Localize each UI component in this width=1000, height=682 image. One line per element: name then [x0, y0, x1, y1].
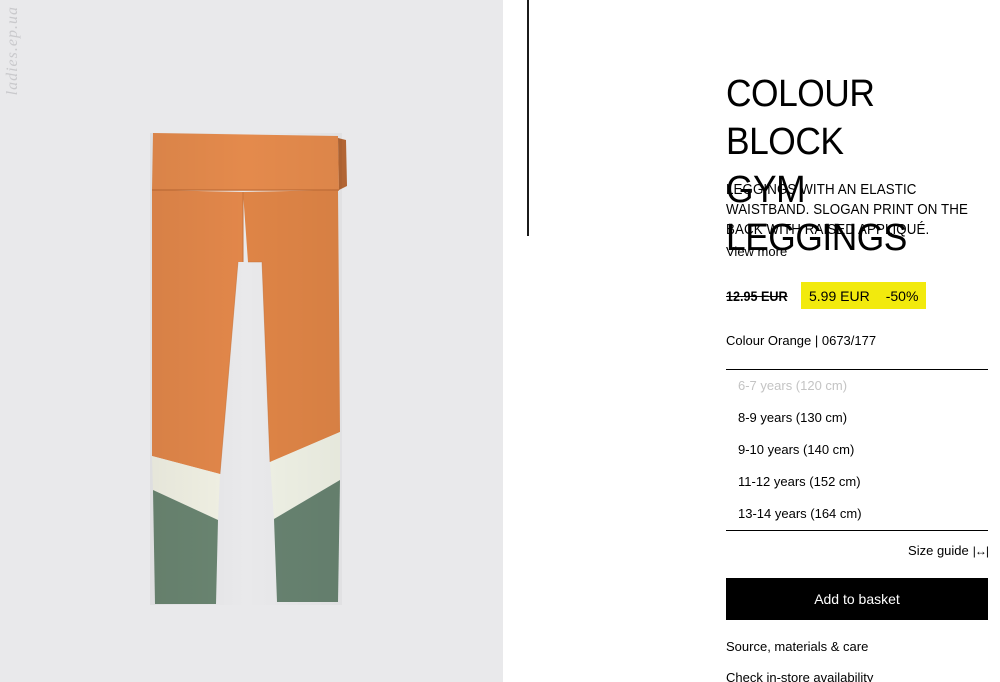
size-option-11-12[interactable]: 11-12 years (152 cm): [726, 466, 988, 498]
sale-price-badge: 5.99 EUR -50%: [801, 282, 927, 309]
colour-reference: Colour Orange | 0673/177: [726, 333, 877, 348]
price-row: 12.95 EUR 5.99 EUR -50%: [726, 282, 927, 309]
add-to-basket-button[interactable]: Add to basket: [726, 578, 988, 620]
product-image-panel[interactable]: ladies.ep.ua: [0, 0, 503, 682]
product-description: LEGGINGS WITH AN ELASTIC WAISTBAND. SLOG…: [726, 182, 968, 238]
size-option-8-9[interactable]: 8-9 years (130 cm): [726, 402, 988, 434]
view-more-link[interactable]: View more: [726, 244, 787, 259]
size-option-9-10[interactable]: 9-10 years (140 cm): [726, 434, 988, 466]
size-guide-label: Size guide: [908, 543, 969, 558]
size-option-13-14[interactable]: 13-14 years (164 cm): [726, 498, 988, 530]
discount-percent: -50%: [885, 287, 919, 304]
size-guide-link[interactable]: Size guide |↔|: [908, 543, 989, 558]
check-store-availability-link[interactable]: Check in-store availability: [726, 670, 873, 682]
old-price: 12.95 EUR: [726, 287, 788, 304]
resize-arrows-icon: |↔|: [972, 543, 989, 558]
size-selector: 6-7 years (120 cm) 8-9 years (130 cm) 9-…: [726, 369, 988, 531]
size-option-6-7: 6-7 years (120 cm): [738, 378, 848, 393]
product-image-leggings: [150, 133, 347, 605]
source-materials-care-link[interactable]: Source, materials & care: [726, 639, 868, 654]
sale-price: 5.99 EUR: [809, 287, 870, 304]
image-scrollbar[interactable]: [527, 0, 529, 236]
